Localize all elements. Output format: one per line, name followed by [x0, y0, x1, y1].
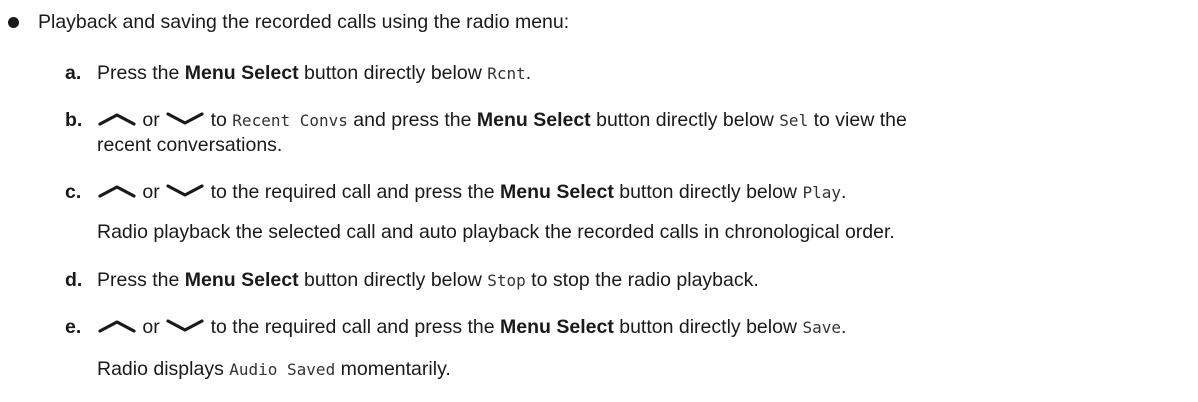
step-a-text: Press the Menu Select button directly be…	[97, 62, 532, 84]
step-e-label: e.	[65, 316, 82, 338]
menu-select-term: Menu Select	[476, 109, 591, 131]
step-e-note: Radio displays Audio Saved momentarily.	[97, 358, 451, 380]
softkey-rcnt: Rcnt	[487, 64, 526, 83]
menu-select-term: Menu Select	[500, 181, 614, 203]
chevron-up-icon	[97, 319, 137, 333]
step-c-note: Radio playback the selected call and aut…	[97, 221, 895, 243]
bullet-icon	[8, 17, 19, 28]
display-audio-saved: Audio Saved	[229, 360, 336, 379]
step-d-text: Press the Menu Select button directly be…	[97, 269, 759, 291]
chevron-down-icon	[165, 184, 205, 198]
softkey-stop: Stop	[487, 271, 526, 290]
menu-select-term: Menu Select	[184, 269, 299, 291]
menu-recent-convs: Recent Convs	[232, 111, 348, 130]
chevron-up-icon	[97, 184, 137, 198]
menu-select-term: Menu Select	[184, 62, 299, 84]
step-d-label: d.	[65, 269, 83, 291]
document-page: Playback and saving the recorded calls u…	[0, 0, 1198, 402]
menu-select-term: Menu Select	[500, 316, 614, 338]
step-b-text-line2: recent conversations.	[97, 134, 283, 156]
step-c-label: c.	[65, 181, 82, 203]
softkey-play: Play	[802, 183, 841, 202]
chevron-down-icon	[165, 319, 205, 333]
step-a-label: a.	[65, 62, 82, 84]
step-b-label: b.	[65, 109, 83, 131]
step-e-text: or to the required call and press the Me…	[97, 315, 846, 340]
softkey-sel: Sel	[779, 111, 809, 130]
softkey-save: Save	[802, 318, 841, 337]
step-c-text: or to the required call and press the Me…	[97, 180, 846, 205]
chevron-up-icon	[97, 112, 137, 126]
step-b-text: or to Recent Convs and press the Menu Se…	[97, 108, 907, 133]
intro-text: Playback and saving the recorded calls u…	[38, 11, 570, 33]
chevron-down-icon	[165, 112, 205, 126]
